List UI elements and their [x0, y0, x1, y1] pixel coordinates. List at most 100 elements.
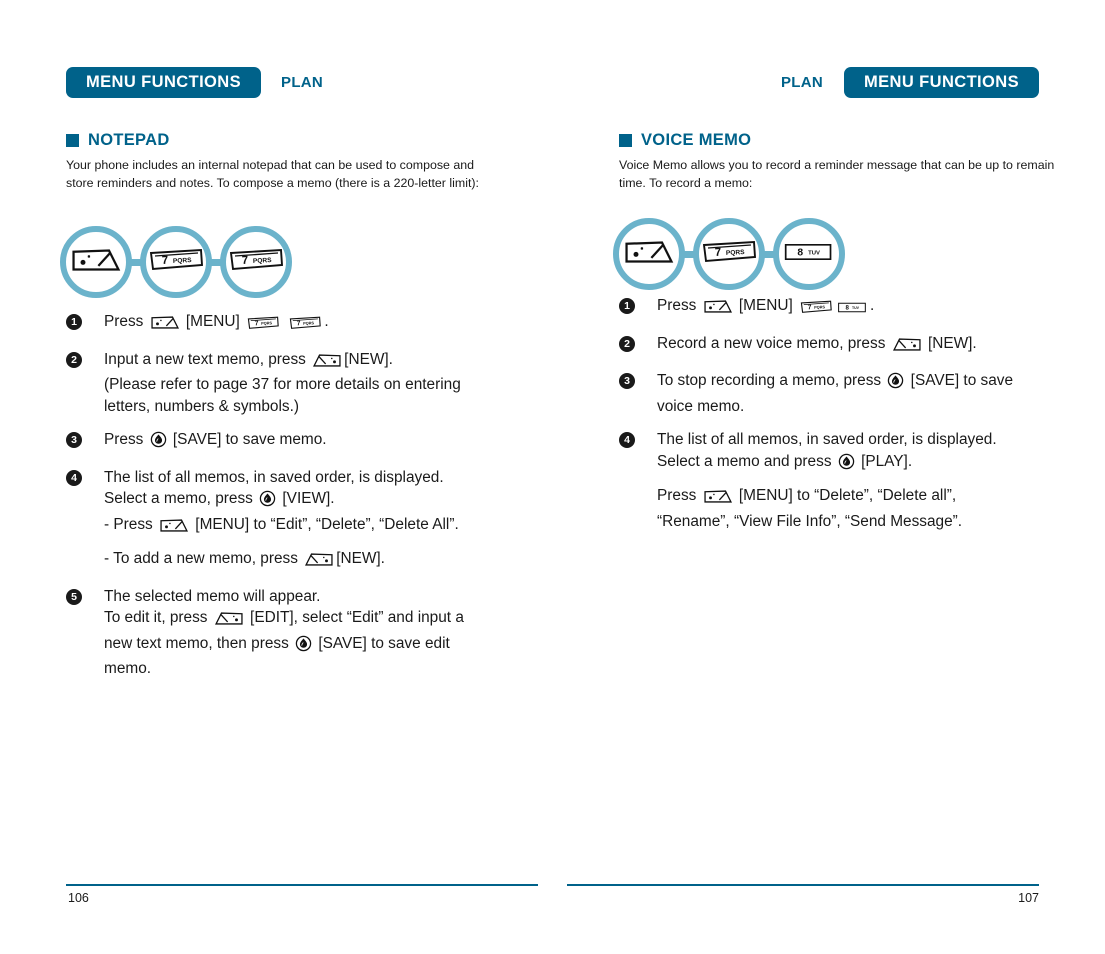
step-line: letters, numbers & symbols.)	[104, 396, 516, 418]
number-key-7-icon: 7 PQRS	[700, 240, 758, 269]
step-text: To stop recording a memo, press	[657, 372, 886, 389]
right-soft-key-icon	[214, 611, 244, 633]
step-line: - Press [MENU] to “Edit”, “Delete”, “Del…	[104, 514, 516, 540]
step-item: 2 Record a new voice memo, press [NEW].	[619, 333, 1069, 359]
menu-soft-key-icon	[159, 518, 189, 540]
number-key-8-icon: 8 TUV	[783, 241, 835, 268]
svg-text:PQRS: PQRS	[303, 321, 315, 326]
step-item: 1 Press [MENU] 7 PQRS 7 PQRS.	[66, 311, 516, 337]
step-text: [NEW].	[344, 350, 393, 368]
step-text: Press	[104, 431, 148, 448]
step-text: new text memo, then press	[104, 634, 294, 652]
svg-text:TUV: TUV	[852, 306, 860, 310]
step-text: [MENU]	[734, 297, 798, 314]
step-text: .	[324, 313, 329, 330]
number-key-7-icon: 7 PQRS	[227, 248, 285, 277]
ok-center-key-icon	[838, 453, 855, 477]
step-text: [VIEW].	[278, 490, 335, 507]
step-text: The selected memo will appear.	[104, 587, 321, 605]
step-item: 1 Press [MENU] 7 PQRS 8 TUV.	[619, 295, 1069, 321]
step-text: [MENU]	[181, 313, 245, 330]
key-circle-number-key-7: 7 PQRS	[220, 226, 292, 298]
step-line: voice memo.	[657, 396, 1069, 418]
step-number: 2	[66, 351, 82, 368]
right-page: PLAN MENU FUNCTIONS VOICE MEMO Voice Mem…	[553, 0, 1105, 954]
menu-functions-tab[interactable]: MENU FUNCTIONS	[66, 66, 262, 98]
step-text: To edit it, press	[104, 609, 212, 626]
key-circle-menu-soft-key	[60, 226, 132, 298]
step-text: [MENU] to “Delete”, “Delete all”,	[734, 487, 957, 504]
step-text: [SAVE] to save memo.	[168, 431, 327, 448]
svg-text:7: 7	[255, 320, 259, 327]
right-soft-key-icon	[304, 552, 334, 574]
left-footer-rule	[66, 884, 538, 886]
step-item: 3 Press [SAVE] to save memo.	[66, 429, 516, 455]
key-circle-menu-soft-key	[613, 218, 685, 290]
step-text: [SAVE] to save edit	[314, 634, 450, 652]
step-text: - Press	[104, 515, 158, 533]
step-line: - To add a new memo, press [NEW].	[104, 548, 516, 574]
step-text: memo.	[104, 660, 152, 677]
menu-soft-key-icon	[703, 299, 733, 321]
right-page-number: 107	[1018, 891, 1039, 905]
svg-text:PQRS: PQRS	[173, 256, 193, 264]
step-number: 4	[66, 469, 82, 486]
step-text: - To add a new memo, press	[104, 550, 303, 567]
step-line: “Rename”, “View File Info”, “Send Messag…	[657, 511, 1069, 533]
key-circle-number-key-7: 7 PQRS	[140, 226, 212, 298]
step-text: Input a new text memo, press	[104, 350, 311, 368]
step-item: 5 The selected memo will appear. To edit i…	[66, 586, 516, 680]
svg-text:7: 7	[715, 246, 722, 258]
step-line: Select a memo, press [VIEW].	[104, 488, 516, 514]
step-line: The selected memo will appear.	[104, 586, 516, 608]
menu-soft-key-icon	[150, 315, 180, 337]
step-text	[282, 313, 286, 330]
svg-text:7: 7	[242, 254, 249, 266]
menu-functions-tab[interactable]: MENU FUNCTIONS	[843, 66, 1039, 98]
number-key-7-icon: 7 PQRS	[799, 299, 833, 321]
menu-soft-key-icon	[70, 247, 122, 278]
notepad-key-sequence-diagram: 7 PQRS 7 PQRS	[60, 226, 292, 298]
step-number: 3	[619, 373, 635, 389]
step-number: 1	[619, 298, 635, 314]
ok-center-key-icon	[150, 431, 167, 455]
plan-label: PLAN	[281, 73, 324, 91]
svg-text:PQRS: PQRS	[814, 305, 826, 310]
step-line: The list of all memos, in saved order, i…	[104, 467, 516, 489]
key-circle-number-key-8: 8 TUV	[773, 218, 845, 290]
notepad-steps-list: 1 Press [MENU] 7 PQRS 7 PQRS. 2 Input a new t…	[66, 311, 516, 692]
step-line: To stop recording a memo, press [SAVE] t…	[657, 370, 1069, 396]
plan-label: PLAN	[780, 73, 823, 91]
left-page-header: MENU FUNCTIONS PLAN	[66, 66, 323, 98]
right-footer-rule	[567, 884, 1039, 886]
right-soft-key-icon	[892, 337, 922, 359]
voice-memo-key-sequence-diagram: 7 PQRS 8 TUV	[613, 218, 845, 290]
left-page-number: 106	[68, 891, 89, 905]
voice-memo-steps-list: 1 Press [MENU] 7 PQRS 8 TUV. 2 Record a new vo…	[619, 295, 1069, 544]
step-text: [EDIT], select “Edit” and input a	[245, 609, 464, 626]
section-bullet-square-icon	[66, 134, 79, 147]
step-text: letters, numbers & symbols.)	[104, 397, 300, 415]
step-number: 4	[619, 432, 635, 448]
section-bullet-square-icon	[619, 134, 632, 147]
svg-text:8: 8	[846, 305, 850, 312]
svg-text:7: 7	[808, 304, 812, 311]
voice-memo-intro-paragraph: Voice Memo allows you to record a remind…	[619, 158, 1055, 190]
section-title-text: NOTEPAD	[88, 131, 170, 149]
step-text: Select a memo and press	[657, 452, 836, 470]
ok-center-key-icon	[887, 372, 904, 396]
step-text: Press	[104, 313, 148, 330]
step-item: 4 The list of all memos, in saved order, …	[66, 467, 516, 574]
number-key-7-icon: 7 PQRS	[246, 315, 280, 337]
step-line: (Please refer to page 37 for more detail…	[104, 374, 516, 396]
step-item: 4 The list of all memos, in saved order, …	[619, 429, 1069, 532]
step-text: “Rename”, “View File Info”, “Send Messag…	[657, 512, 963, 530]
step-number: 2	[619, 335, 635, 352]
step-text: Record a new voice memo, press	[657, 334, 890, 352]
step-line: new text memo, then press [SAVE] to save…	[104, 633, 516, 659]
step-line: Press [MENU] 7 PQRS 8 TUV.	[657, 295, 1069, 321]
step-text: The list of all memos, in saved order, i…	[657, 431, 997, 448]
step-line: memo.	[104, 658, 516, 680]
svg-text:8: 8	[797, 247, 803, 258]
step-text: [MENU] to “Edit”, “Delete”, “Delete All”…	[191, 515, 459, 533]
